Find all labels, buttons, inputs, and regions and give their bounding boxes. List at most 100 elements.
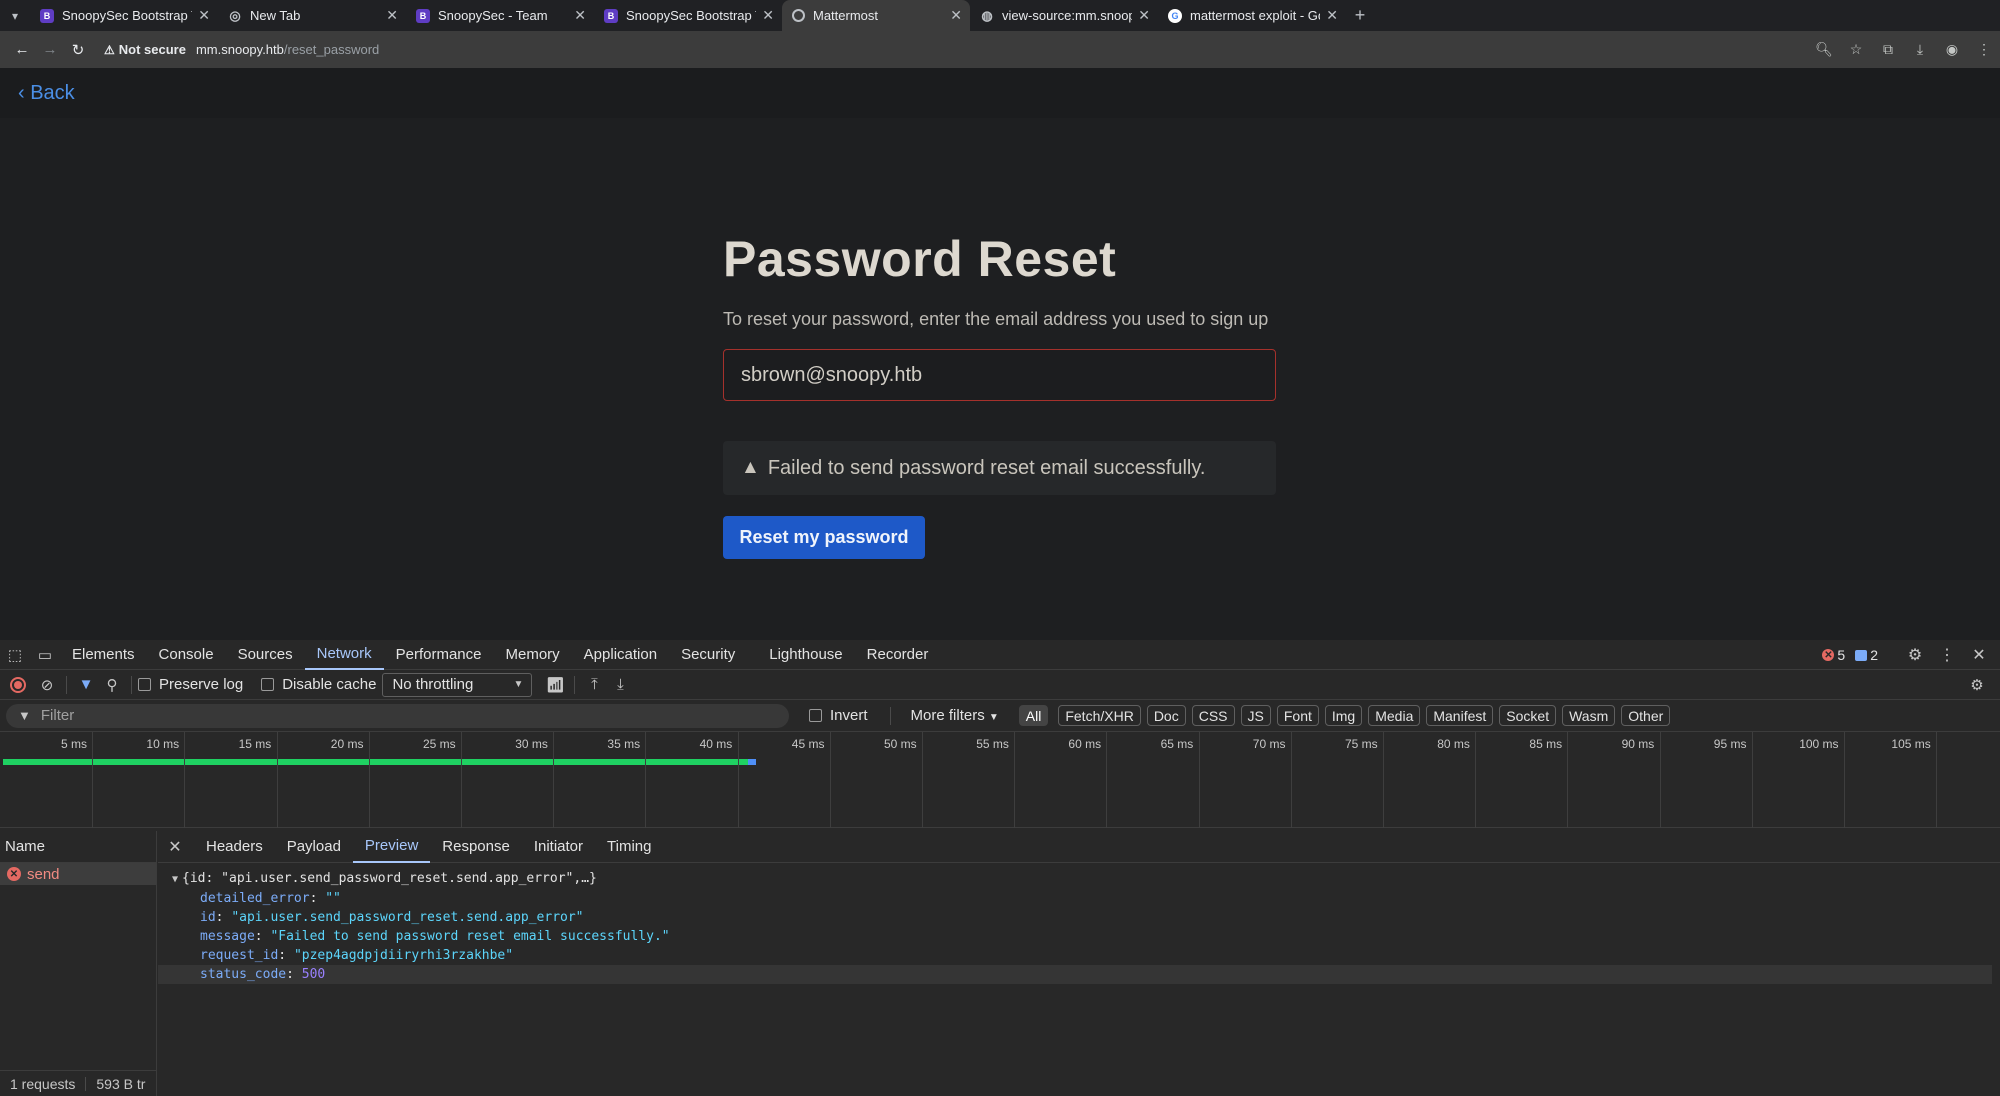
close-tab-icon[interactable]: ✕	[1326, 7, 1338, 24]
forward-arrow-icon[interactable]: →	[36, 41, 64, 58]
devtools-tab-lighthouse[interactable]: Lighthouse	[757, 640, 854, 670]
zoom-icon[interactable]: 🔍︎	[1811, 41, 1837, 58]
devtools-tab-recorder[interactable]: Recorder	[855, 640, 941, 670]
network-settings-gear-icon[interactable]: ⚙	[1964, 676, 1990, 694]
detail-tab-preview[interactable]: Preview	[352, 831, 431, 863]
more-filters-dropdown[interactable]: More filters ▼	[911, 707, 999, 724]
filter-input[interactable]: ▼ Filter	[6, 703, 789, 728]
name-column-header[interactable]: Name	[0, 831, 156, 863]
filter-chip-doc[interactable]: Doc	[1146, 705, 1186, 726]
close-tab-icon[interactable]: ✕	[1138, 7, 1150, 24]
network-timeline-overview[interactable]: 5 ms 10 ms 15 ms 20 ms 25 ms 30 ms 35 ms 40 ms 4…	[0, 732, 2000, 828]
devtools-tab-elements[interactable]: Elements	[60, 640, 147, 670]
filter-chip-media[interactable]: Media	[1368, 705, 1421, 726]
reload-icon[interactable]: ↻	[64, 41, 92, 59]
error-count-badge[interactable]: ✕ 5	[1822, 647, 1845, 663]
security-indicator[interactable]: ⚠ Not secure	[104, 42, 196, 57]
settings-gear-icon[interactable]: ⚙	[1902, 645, 1928, 665]
request-detail-tabs: ✕ Headers Payload Preview Response Initiator…	[158, 831, 2000, 863]
extensions-icon[interactable]: ⧉	[1875, 41, 1901, 58]
devtools-tab-console[interactable]: Console	[147, 640, 226, 670]
filter-chip-wasm[interactable]: Wasm	[1562, 705, 1616, 726]
filter-chip-socket[interactable]: Socket	[1499, 705, 1557, 726]
filter-chip-js[interactable]: JS	[1240, 705, 1271, 726]
preview-field[interactable]: id: "api.user.send_password_reset.send.a…	[158, 908, 2000, 927]
timeline-tick-label: 65 ms	[1160, 737, 1194, 751]
record-icon[interactable]	[10, 676, 26, 693]
tab-search-icon[interactable]: ▾	[0, 0, 30, 31]
invert-checkbox[interactable]: Invert	[809, 707, 868, 724]
devtools-tab-network[interactable]: Network	[304, 640, 384, 670]
reset-password-button[interactable]: Reset my password	[723, 516, 925, 559]
throttling-select[interactable]: No throttling ▼	[382, 672, 533, 697]
network-conditions-icon[interactable]: 📶︎	[542, 676, 568, 694]
checkbox-box[interactable]	[261, 678, 275, 691]
devtools-tab-application[interactable]: Application	[572, 640, 669, 670]
detail-tab-initiator[interactable]: Initiator	[522, 831, 595, 863]
detail-tab-headers[interactable]: Headers	[194, 831, 275, 863]
device-toolbar-icon[interactable]: ▭	[30, 646, 60, 664]
filter-chip-manifest[interactable]: Manifest	[1426, 705, 1494, 726]
bookmark-star-icon[interactable]: ☆	[1843, 41, 1869, 58]
close-devtools-icon[interactable]: ✕	[1966, 645, 1992, 665]
preserve-log-checkbox[interactable]: Preserve log	[138, 676, 243, 693]
filter-icon: ▼	[18, 708, 31, 723]
filter-chip-img[interactable]: Img	[1324, 705, 1363, 726]
browser-menu-icon[interactable]: ⋮	[1971, 41, 1997, 58]
profile-icon[interactable]: ◉	[1939, 41, 1965, 58]
inspect-element-icon[interactable]: ⬚	[0, 646, 30, 664]
warning-icon: ⚠	[104, 42, 115, 57]
clear-icon[interactable]: ⊘	[34, 676, 60, 694]
email-input[interactable]: sbrown@snoopy.htb	[723, 349, 1276, 401]
close-detail-icon[interactable]: ✕	[162, 837, 188, 857]
preview-field[interactable]: message: "Failed to send password reset …	[158, 927, 2000, 946]
filter-chip-font[interactable]: Font	[1276, 705, 1319, 726]
browser-tab[interactable]: Gmattermost exploit - Go ✕	[1158, 0, 1346, 31]
browser-tab[interactable]: ◍ view-source:mm.snoop ✕	[970, 0, 1158, 31]
browser-tab[interactable]: B SnoopySec - Team ✕	[406, 0, 594, 31]
request-timing-bar	[3, 759, 757, 765]
back-link[interactable]: ‹ Back	[18, 82, 75, 105]
close-tab-icon[interactable]: ✕	[386, 7, 398, 24]
message-count-badge[interactable]: 2	[1855, 647, 1878, 663]
detail-tab-payload[interactable]: Payload	[275, 831, 353, 863]
export-har-icon[interactable]: ⤓	[607, 676, 633, 693]
close-tab-icon[interactable]: ✕	[198, 7, 210, 24]
checkbox-box[interactable]	[809, 709, 822, 722]
search-icon[interactable]: ⚲	[99, 676, 125, 694]
preview-field[interactable]: status_code: 500	[158, 965, 1992, 984]
disable-cache-checkbox[interactable]: Disable cache	[261, 676, 376, 693]
request-row[interactable]: ✕ send	[0, 863, 156, 885]
browser-tab[interactable]: B SnoopySec Bootstrap T ✕	[30, 0, 218, 31]
devtools-menu-icon[interactable]: ⋮	[1934, 645, 1960, 665]
back-arrow-icon[interactable]: ←	[8, 41, 36, 58]
devtools-tab-sources[interactable]: Sources	[226, 640, 305, 670]
close-tab-icon[interactable]: ✕	[762, 7, 774, 24]
import-har-icon[interactable]: ⤒	[581, 676, 607, 693]
filter-chip-all[interactable]: All	[1018, 705, 1049, 726]
devtools-tab-security[interactable]: Security	[669, 640, 747, 670]
detail-tab-timing[interactable]: Timing	[595, 831, 663, 863]
download-icon[interactable]: ⤓	[1907, 41, 1933, 58]
preview-field[interactable]: request_id: "pzep4agdpjdiiryrhi3rzakhbe"	[158, 946, 2000, 965]
close-tab-icon[interactable]: ✕	[950, 7, 962, 24]
checkbox-box[interactable]	[138, 678, 151, 691]
preview-field[interactable]: detailed_error: ""	[158, 889, 2000, 908]
filter-chip-other[interactable]: Other	[1621, 705, 1671, 726]
address-bar[interactable]: ⚠ Not secure mm.snoopy.htb/reset_passwor…	[104, 36, 1804, 64]
browser-tab[interactable]: B SnoopySec Bootstrap T ✕	[594, 0, 782, 31]
devtools-tab-memory[interactable]: Memory	[494, 640, 572, 670]
filter-chip-fetch-xhr[interactable]: Fetch/XHR	[1058, 705, 1141, 726]
devtools-tab-performance[interactable]: Performance	[384, 640, 494, 670]
browser-tab[interactable]: Mattermost ✕	[782, 0, 970, 31]
password-reset-card: Password Reset To reset your password, e…	[723, 230, 1276, 559]
close-tab-icon[interactable]: ✕	[574, 7, 586, 24]
detail-tab-response[interactable]: Response	[430, 831, 522, 863]
filter-funnel-icon[interactable]: ▼	[73, 676, 99, 693]
filter-chip-css[interactable]: CSS	[1191, 705, 1235, 726]
timeline-gridline	[1844, 732, 1845, 828]
browser-tab[interactable]: ◎ New Tab ✕	[218, 0, 406, 31]
new-tab-button[interactable]: +	[1346, 5, 1374, 26]
preview-root-object[interactable]: ▼ {id: "api.user.send_password_reset.send…	[158, 869, 2000, 889]
expand-triangle-icon[interactable]: ▼	[172, 874, 178, 885]
